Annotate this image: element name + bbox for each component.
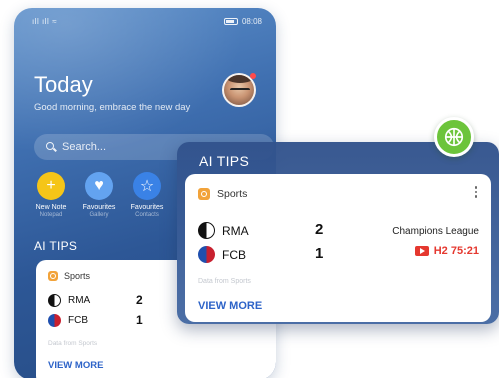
app-label: Favourites [130,204,164,211]
more-options-icon[interactable] [474,186,477,198]
heart-icon: ♥ [85,172,113,200]
greeting-subtitle: Good morning, embrace the new day [34,102,191,113]
team-row: RMA [198,222,249,239]
team-score: 1 [315,245,324,262]
fcb-logo-icon [48,314,61,327]
team-row: FCB [198,246,246,263]
app-new-note[interactable]: + New Note Notepad [30,172,72,218]
plus-icon: + [37,172,65,200]
team-row: RMA [48,294,90,307]
team-name: FCB [68,315,88,326]
rma-logo-icon [48,294,61,307]
signal-icon: ıll ıll [32,16,50,26]
team-name: FCB [222,247,246,262]
card-label: Sports [217,188,248,200]
team-name: RMA [222,223,249,238]
card-header: Sports [48,271,90,281]
avatar-glasses [230,88,250,93]
data-source: Data from Sports [48,340,98,347]
notification-dot [250,73,256,79]
sports-icon [198,188,210,200]
live-play-icon [414,246,429,256]
status-bar: ıll ıll ≈ 08:08 [32,15,262,27]
view-more-link[interactable]: VIEW MORE [198,300,262,312]
basketball-icon [434,117,474,157]
battery-icon [223,17,238,25]
fcb-logo-icon [198,246,215,263]
league-name: Champions League [392,226,479,237]
quick-apps: + New Note Notepad ♥ Favourites Gallery … [30,172,168,218]
page-title: Today [34,72,93,97]
app-sub-label: Notepad [39,212,63,218]
sports-icon [48,271,58,281]
signal-icons: ıll ıll ≈ [32,17,57,26]
status-time: 08:08 [241,16,262,26]
app-label: Favourites [82,204,116,211]
sports-card[interactable]: Sports RMA 2 FCB 1 Champions League H2 7… [185,174,491,322]
star-icon: ☆ [133,172,161,200]
app-favourites-contacts[interactable]: ☆ Favourites Contacts [126,172,168,218]
card-header: Sports [198,188,247,200]
search-placeholder: Search... [62,141,107,153]
app-sub-label: Contacts [135,212,159,218]
app-sub-label: Gallery [89,212,109,218]
ai-tips-heading: AI TIPS [199,153,250,169]
match-time: H2 75:21 [433,245,479,257]
ai-tips-widget: AI TIPS Sports RMA 2 FCB 1 Champions Lea… [177,142,499,324]
team-name: RMA [68,295,91,306]
app-favourites-gallery[interactable]: ♥ Favourites Gallery [78,172,120,218]
app-label: New Note [35,204,67,211]
view-more-link[interactable]: VIEW MORE [48,360,103,371]
rma-logo-icon [198,222,215,239]
card-label: Sports [64,271,91,281]
team-score: 2 [315,221,324,238]
search-icon [46,142,56,152]
data-source: Data from Sports [198,278,251,285]
wifi-icon: ≈ [52,16,58,26]
team-score: 1 [136,313,143,327]
ai-tips-heading: AI TIPS [34,239,78,253]
team-row: FCB [48,314,88,327]
team-score: 2 [136,293,143,307]
match-status: H2 75:21 [414,245,479,257]
